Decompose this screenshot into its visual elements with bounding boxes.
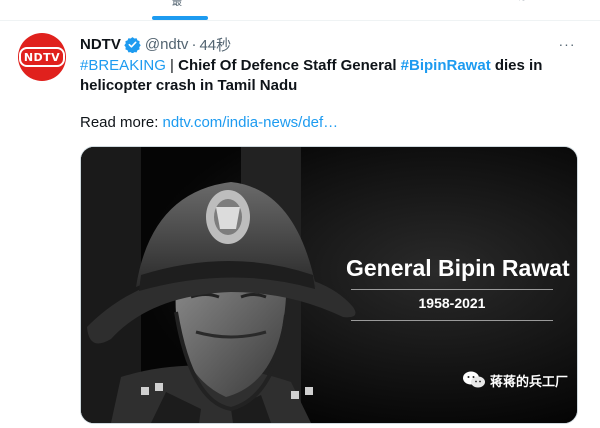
avatar-logo-text: NDTV xyxy=(23,50,61,64)
tweet-text: #BREAKING | Chief Of Defence Staff Gener… xyxy=(80,56,580,96)
read-more-label: Read more: xyxy=(80,114,163,131)
tweet[interactable]: NDTV NDTV @ndtv · 44秒 ··· #BREAKING | Ch… xyxy=(0,21,600,428)
media-divider-top xyxy=(351,289,553,290)
more-options-icon[interactable]: ··· xyxy=(556,34,578,54)
article-link[interactable]: ndtv.com/india-news/def… xyxy=(163,114,339,131)
settings-icon[interactable]: ≋ xyxy=(518,0,526,4)
tweet-timestamp[interactable]: 44秒 xyxy=(199,34,231,55)
headline-part-2: dies in xyxy=(490,57,543,74)
tab-label-fragment[interactable]: 最 xyxy=(172,0,182,8)
timeline-header: 最 ≋ xyxy=(0,0,600,21)
author-handle[interactable]: @ndtv xyxy=(145,36,189,53)
hashtag-breaking[interactable]: #BREAKING xyxy=(80,57,166,74)
media-title: General Bipin Rawat xyxy=(346,255,570,281)
read-more-line: Read more: ndtv.com/india-news/def… xyxy=(80,113,338,133)
pipe-separator: | xyxy=(165,57,179,74)
tweet-text-line-1: #BREAKING | Chief Of Defence Staff Gener… xyxy=(80,56,580,76)
wechat-icon xyxy=(463,371,485,388)
header-separator: · xyxy=(191,35,197,53)
watermark: 蒋蒋的兵工厂 xyxy=(462,370,568,390)
tweet-header: NDTV @ndtv · 44秒 xyxy=(80,34,231,54)
active-tab-indicator xyxy=(152,16,208,20)
tweet-text-line-2: helicopter crash in Tamil Nadu xyxy=(80,77,298,94)
headline-part-1: Chief Of Defence Staff General xyxy=(178,57,401,74)
author-name[interactable]: NDTV xyxy=(80,36,121,53)
watermark-text: 蒋蒋的兵工厂 xyxy=(490,373,569,389)
media-years: 1958-2021 xyxy=(418,295,486,311)
verified-badge-icon xyxy=(124,36,141,53)
hashtag-bipinrawat[interactable]: #BipinRawat xyxy=(401,57,491,74)
avatar[interactable]: NDTV xyxy=(18,33,66,81)
ndtv-logo-icon: NDTV xyxy=(19,47,65,67)
media-divider-bottom xyxy=(351,320,553,321)
